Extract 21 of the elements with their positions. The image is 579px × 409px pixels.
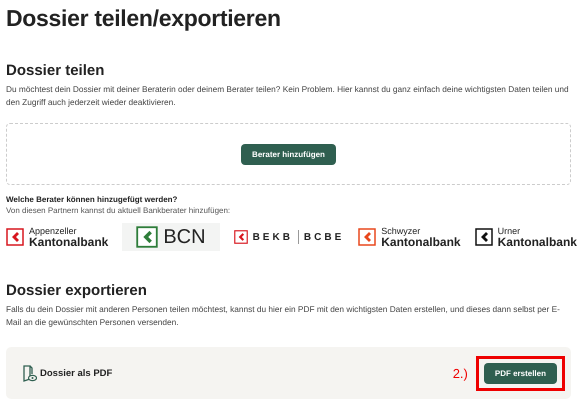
page-title: Dossier teilen/exportieren	[6, 4, 282, 32]
bank-name: Schwyzer	[381, 226, 422, 236]
bank-name: BEKB	[252, 232, 293, 242]
section-heading: Dossier exportieren	[6, 282, 148, 300]
bank-name: Kantonalbank	[498, 236, 577, 248]
bank-name: Kantonalbank	[29, 236, 108, 248]
bank-name: Appenzeller	[29, 226, 78, 236]
bank-name: Kantonalbank	[381, 236, 461, 248]
section-description: Du möchtest dein Dossier mit deiner Beraterin oder deinem Berater teilen? Kein Problem. Hier kannst du ganz einfach deine wichtigsten Daten teilen und den Zugriff auch jederzeit wieder deaktivieren.	[6, 83, 570, 109]
section-description: Falls du dein Dossier mit anderen Personen teilen möchtest, kannst du hier ein PDF mit den wichtigsten Daten erstellen, und dieses dann selbst per E-Mail an die gewünschten Personen versenden.	[6, 303, 561, 329]
bank-name: BCN	[163, 226, 206, 248]
step-annotation: 2.)	[452, 366, 468, 380]
hint-text: Von diesen Partnern kannst du aktuell Bankberater hinzufügen:	[6, 205, 232, 216]
add-advisor-button[interactable]: Berater hinzufügen	[241, 144, 336, 164]
question-label: Welche Berater können hinzugefügt werden?	[6, 195, 178, 205]
bank-name: Urner	[498, 226, 522, 236]
create-pdf-button[interactable]: PDF erstellen	[484, 362, 557, 384]
section-heading: Dossier teilen	[6, 62, 106, 80]
document-eye-icon	[22, 364, 37, 382]
export-item-label: Dossier als PDF	[40, 368, 114, 378]
bank-name: BCBE	[304, 232, 344, 242]
